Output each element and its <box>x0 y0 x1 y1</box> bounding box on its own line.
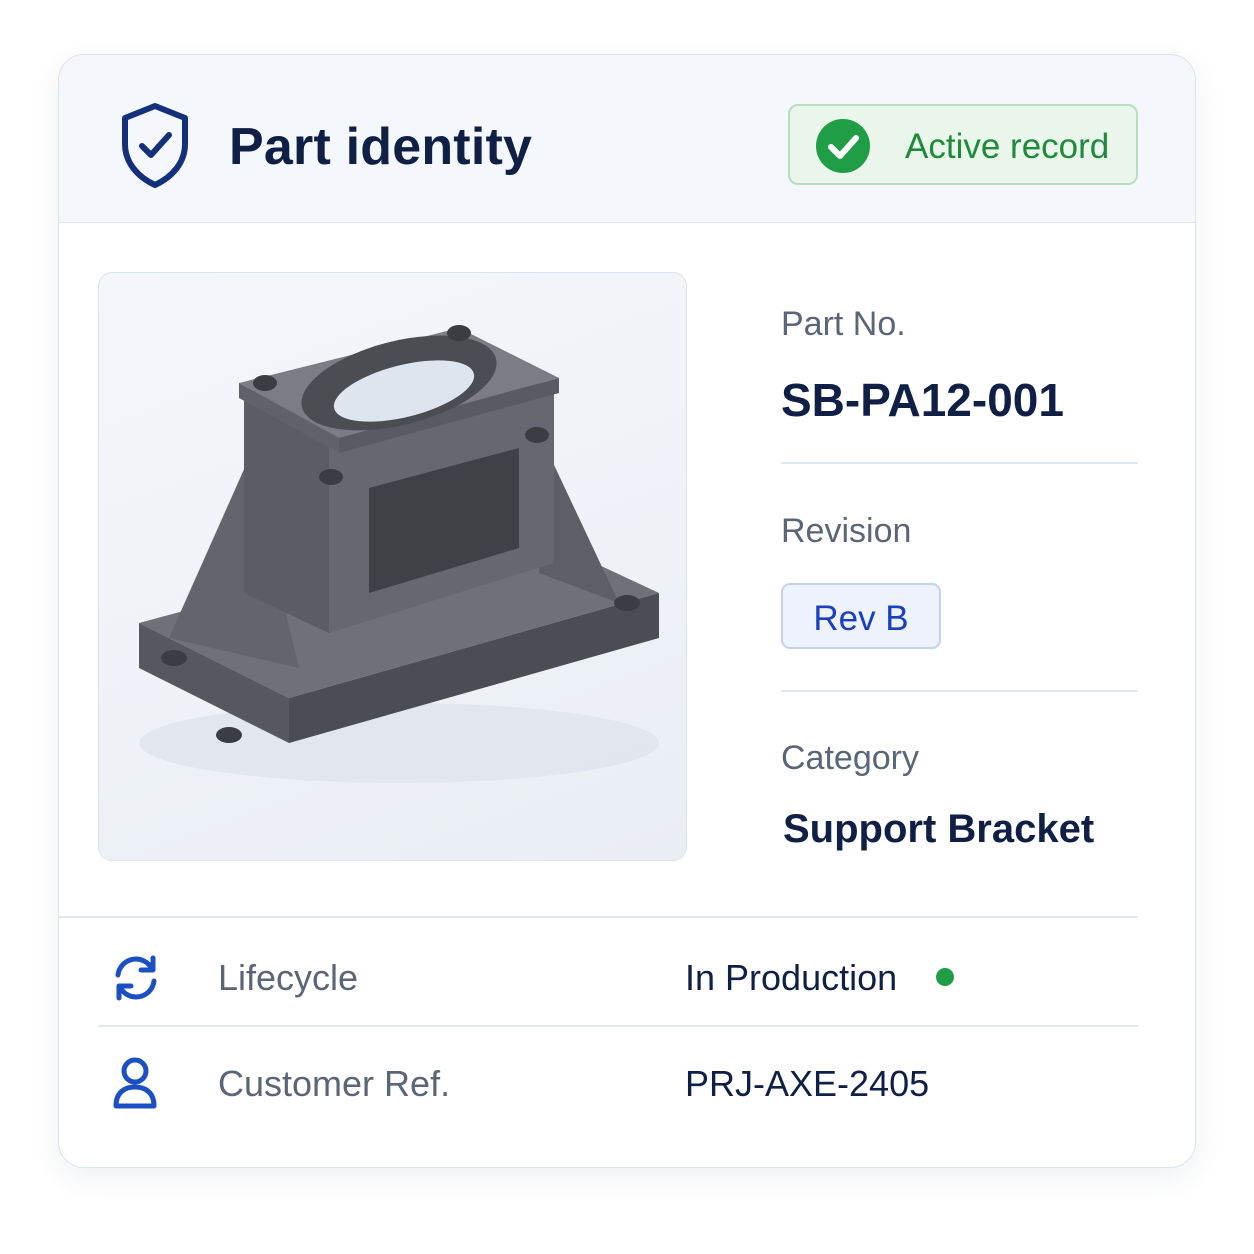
card-header: Part identity Active record <box>59 55 1195 223</box>
part-image <box>139 325 659 783</box>
refresh-icon <box>115 955 157 1001</box>
divider <box>98 1025 1138 1027</box>
status-dot <box>936 968 954 986</box>
divider <box>781 690 1138 692</box>
customer-ref-label: Customer Ref. <box>218 1063 451 1104</box>
part-identity-card: Part identity Active record Part No. SB-… <box>58 54 1196 1168</box>
status-badge: Active record <box>788 104 1138 185</box>
revision-value: Rev B <box>813 599 909 638</box>
category-label: Category <box>781 739 919 777</box>
status-label: Active record <box>905 127 1110 166</box>
check-circle-icon <box>816 119 870 173</box>
part-no-label: Part No. <box>781 305 906 343</box>
section-divider <box>59 916 1138 918</box>
revision-label: Revision <box>781 512 912 550</box>
shield-check-icon <box>122 103 188 188</box>
customer-ref-value: PRJ-AXE-2405 <box>685 1063 930 1104</box>
page-title: Part identity <box>229 118 533 176</box>
user-icon <box>113 1057 157 1109</box>
lifecycle-value: In Production <box>685 957 898 998</box>
category-value: Support Bracket <box>783 807 1095 851</box>
divider <box>781 462 1138 464</box>
lifecycle-label: Lifecycle <box>218 957 359 998</box>
part-no-value: SB-PA12-001 <box>781 374 1064 426</box>
revision-badge: Rev B <box>781 583 941 649</box>
part-image-panel <box>98 272 687 861</box>
